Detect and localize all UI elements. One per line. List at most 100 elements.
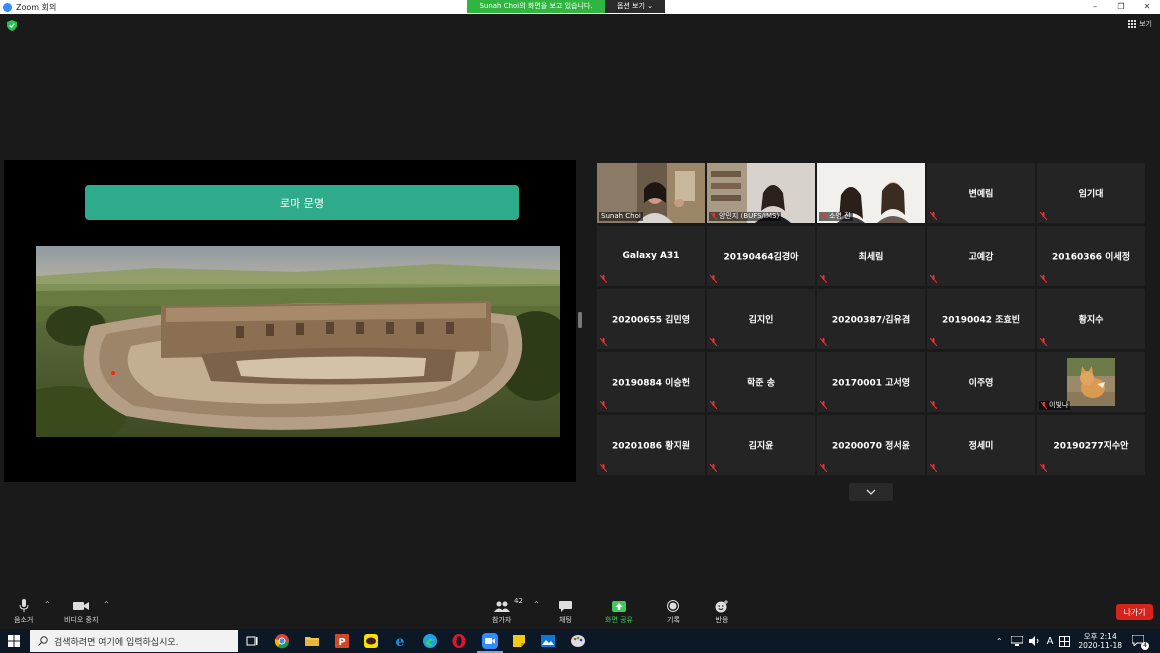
leave-meeting-button[interactable]: 나가기 (1116, 604, 1153, 620)
participant-gallery: Sunah Choi 양민지 (BUFS/IMS) 소영 진 변예림 임기대 G… (597, 163, 1147, 479)
participant-tile[interactable]: Galaxy A31 (597, 226, 705, 286)
participant-tile[interactable]: 임기대 (1037, 163, 1145, 223)
participant-name: 20200070 정서윤 (831, 441, 911, 452)
audio-options-caret[interactable]: ⌃ (44, 600, 51, 609)
muted-mic-icon (1040, 212, 1047, 220)
close-button[interactable]: ✕ (1134, 0, 1160, 14)
participant-tile[interactable]: 변예림 (927, 163, 1035, 223)
participant-tile[interactable]: 김지윤 (707, 415, 815, 475)
participant-tile[interactable]: 20200387/김유겸 (817, 289, 925, 349)
gallery-view-button[interactable]: 보기 (1128, 19, 1152, 29)
svg-text:P: P (338, 637, 345, 648)
kakaotalk-icon[interactable] (363, 633, 379, 649)
muted-mic-icon (710, 338, 717, 346)
show-hidden-icons-icon[interactable]: ⌃ (996, 637, 1003, 646)
opera-icon[interactable] (451, 633, 467, 649)
sticky-notes-icon[interactable] (511, 633, 527, 649)
stop-video-button[interactable]: 비디오 중지 (64, 598, 98, 625)
video-tile-sunah-choi[interactable]: Sunah Choi (597, 163, 705, 223)
video-tile-yang-minji[interactable]: 양민지 (BUFS/IMS) (707, 163, 815, 223)
encryption-shield-icon[interactable] (7, 20, 17, 31)
participant-name-label: 소영 진 (819, 212, 853, 221)
powerpoint-icon[interactable]: P (334, 633, 350, 649)
restore-button[interactable]: ❐ (1108, 0, 1134, 14)
participant-tile[interactable]: 이주영 (927, 352, 1035, 412)
volume-icon[interactable] (1028, 636, 1041, 646)
participant-tile[interactable]: 20200655 김민영 (597, 289, 705, 349)
minimize-button[interactable]: – (1082, 0, 1108, 14)
task-view-icon[interactable] (244, 633, 260, 649)
participant-name: 임기대 (1078, 189, 1104, 200)
participants-button[interactable]: 참가자 (492, 598, 511, 625)
record-button[interactable]: 기록 (667, 598, 680, 625)
participant-tile[interactable]: 고예강 (927, 226, 1035, 286)
participant-tile[interactable]: 20190277지수안 (1037, 415, 1145, 475)
participant-tile[interactable]: 정세미 (927, 415, 1035, 475)
participant-tile[interactable]: 학준 송 (707, 352, 815, 412)
participant-tile[interactable]: 20190464김경아 (707, 226, 815, 286)
video-options-caret[interactable]: ⌃ (103, 600, 110, 609)
participants-icon (493, 601, 510, 612)
stop-video-label: 비디오 중지 (64, 616, 99, 624)
participant-tile[interactable]: 황지수 (1037, 289, 1145, 349)
mute-button[interactable]: 음소거 (14, 598, 33, 625)
participant-tile[interactable]: 20190884 이승헌 (597, 352, 705, 412)
participants-count: 42 (514, 597, 523, 605)
participant-tile[interactable]: 20200070 정서윤 (817, 415, 925, 475)
share-screen-button[interactable]: 화면 공유 (605, 598, 633, 625)
meeting-toolbar: 음소거 ⌃ 비디오 중지 ⌃ 참가자 42 ⌃ 채팅 화면 공유 기록 반응 (0, 596, 1160, 629)
windows-taskbar: 검색하려면 여기에 입력하십시오. P e ⌃ A 오후 2:14 2020-1… (0, 629, 1160, 653)
participant-tile[interactable]: 20201086 황지원 (597, 415, 705, 475)
file-explorer-icon[interactable] (304, 633, 320, 649)
chat-button[interactable]: 채팅 (559, 598, 572, 625)
panel-splitter[interactable] (578, 312, 582, 328)
participant-name: 김지인 (748, 315, 774, 326)
muted-mic-icon (711, 213, 717, 220)
participant-tile[interactable]: 최세림 (817, 226, 925, 286)
video-tile-soyoung-jin[interactable]: 소영 진 (817, 163, 925, 223)
participant-tile[interactable]: 김지인 (707, 289, 815, 349)
search-placeholder: 검색하려면 여기에 입력하십시오. (54, 637, 179, 648)
muted-mic-icon (1040, 464, 1047, 472)
muted-mic-icon (1040, 275, 1047, 283)
muted-mic-icon (710, 401, 717, 409)
windows-start-icon[interactable] (8, 635, 20, 647)
participant-name: 김지윤 (748, 441, 774, 452)
paint-icon[interactable] (570, 633, 586, 649)
reactions-button[interactable]: 반응 (715, 598, 729, 625)
chrome-icon[interactable] (274, 633, 290, 649)
zoom-taskbar-icon[interactable] (477, 633, 503, 653)
grid-icon (1128, 20, 1137, 28)
svg-text:e: e (396, 634, 405, 649)
clock-date: 2020-11-18 (1078, 641, 1122, 650)
notifications-button[interactable]: 4 (1131, 634, 1149, 650)
muted-mic-icon (930, 212, 937, 220)
edge-icon[interactable] (422, 633, 438, 649)
view-options-button[interactable]: 옵션 보기 ⌄ (605, 0, 665, 13)
laser-pointer-dot (111, 371, 115, 375)
ime-grid-icon[interactable] (1059, 635, 1071, 647)
participant-tile[interactable]: 20160366 이세정 (1037, 226, 1145, 286)
record-icon (667, 600, 680, 612)
internet-explorer-icon[interactable]: e (392, 633, 408, 650)
muted-mic-icon (930, 275, 937, 283)
taskbar-search-box[interactable]: 검색하려면 여기에 입력하십시오. (30, 630, 238, 652)
participant-tile[interactable]: 20170001 고서영 (817, 352, 925, 412)
chat-label: 채팅 (559, 616, 572, 624)
muted-mic-icon (820, 338, 827, 346)
ime-indicator[interactable]: A (1047, 636, 1054, 647)
window-title: Zoom 회의 (16, 2, 57, 12)
taskbar-clock[interactable]: 오후 2:14 2020-11-18 (1078, 632, 1122, 650)
participant-name: 20201086 황지원 (611, 441, 691, 452)
network-icon[interactable] (1010, 636, 1023, 646)
participant-tile[interactable]: 20190042 조효빈 (927, 289, 1035, 349)
muted-mic-icon (600, 275, 607, 283)
muted-mic-icon (710, 464, 717, 472)
participant-tile-photo[interactable]: 이빛나 (1037, 352, 1145, 412)
photos-icon[interactable] (540, 633, 556, 649)
participant-name-label: Sunah Choi (599, 212, 643, 221)
participants-options-caret[interactable]: ⌃ (533, 600, 540, 609)
muted-mic-icon (1040, 338, 1047, 346)
gallery-next-page-button[interactable] (849, 483, 893, 501)
zoom-app-icon (3, 2, 12, 12)
